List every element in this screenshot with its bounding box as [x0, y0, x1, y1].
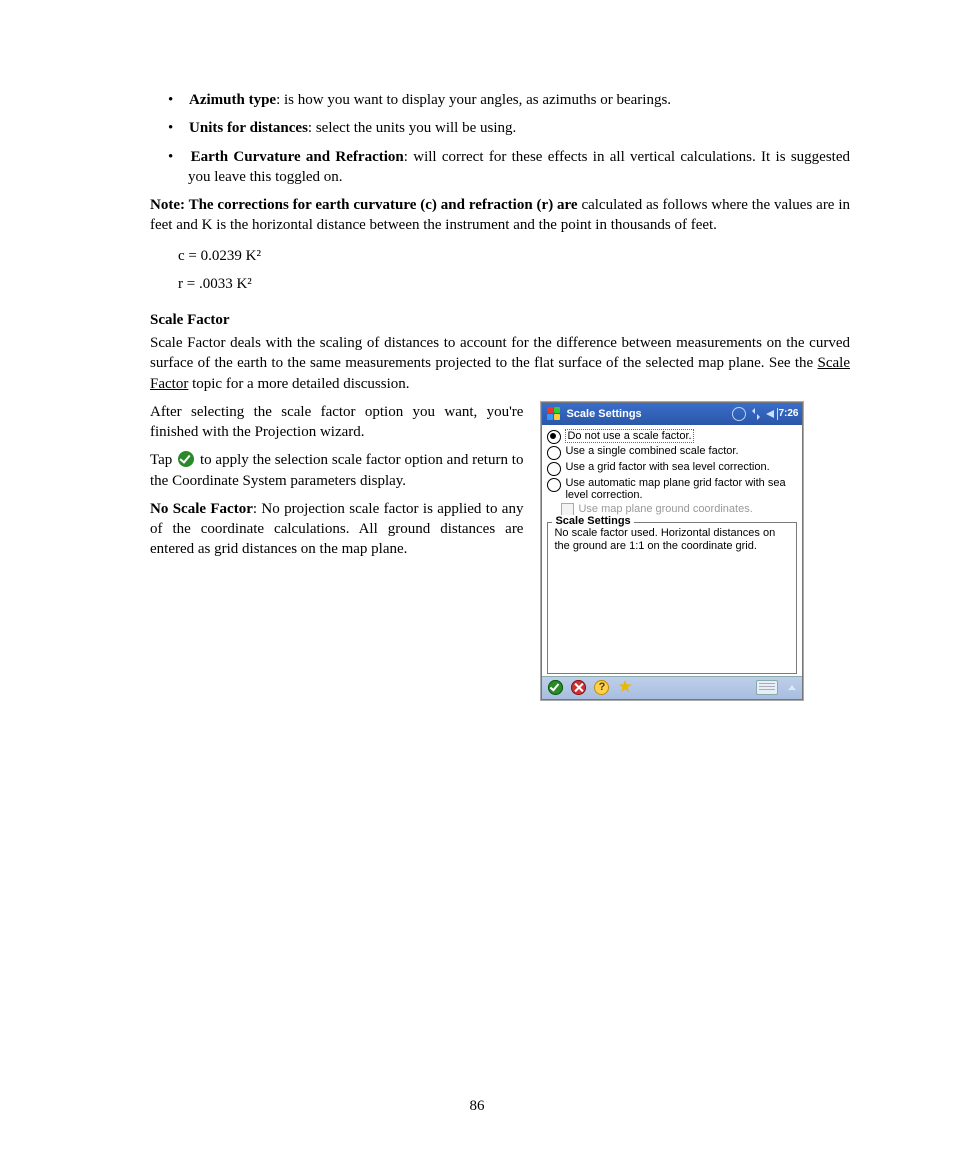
ok-button-icon[interactable] [548, 680, 563, 695]
radio-icon[interactable] [547, 446, 561, 460]
radio-option-1[interactable]: Do not use a scale factor. [547, 429, 797, 444]
scale-para-3: Tap to apply the selection scale factor … [150, 450, 523, 491]
radio-label-1: Do not use a scale factor. [565, 429, 693, 443]
device-client: Do not use a scale factor. Use a single … [542, 425, 802, 676]
note-block: Note: The corrections for earth curvatur… [150, 195, 850, 236]
radio-icon[interactable] [547, 430, 561, 444]
radio-icon[interactable] [547, 478, 561, 492]
ok-check-icon [178, 451, 194, 467]
help-button-icon[interactable]: ? [594, 680, 609, 695]
checkbox-label: Use map plane ground coordinates. [578, 503, 752, 515]
windows-flag-icon[interactable] [546, 406, 562, 422]
connectivity-icon[interactable] [732, 407, 746, 421]
keyboard-arrow-icon[interactable] [788, 685, 796, 690]
bullet-azimuth: Azimuth type: is how you want to display… [188, 90, 850, 110]
scale-para-4: No Scale Factor: No projection scale fac… [150, 499, 523, 560]
azimuth-text: : is how you want to display your angles… [276, 92, 671, 108]
azimuth-label: Azimuth type [189, 92, 276, 108]
scale-description: No scale factor used. Horizontal distanc… [554, 527, 790, 553]
sync-icon[interactable] [750, 408, 762, 420]
para3a: Tap [150, 452, 176, 468]
device-screenshot: Scale Settings 7:26 Do not use a scale f… [541, 402, 803, 700]
scale-para-1: Scale Factor deals with the scaling of d… [150, 333, 850, 394]
cancel-button-icon[interactable] [571, 680, 586, 695]
para1a: Scale Factor deals with the scaling of d… [150, 335, 850, 371]
radio-option-2[interactable]: Use a single combined scale factor. [547, 445, 797, 460]
page-content: Azimuth type: is how you want to display… [150, 90, 850, 700]
radio-label-4: Use automatic map plane grid factor with… [565, 477, 797, 501]
para4a: No Scale Factor [150, 501, 253, 517]
volume-icon[interactable] [766, 410, 774, 418]
units-text: : select the units you will be using. [308, 120, 516, 136]
para1b: topic for a more detailed discussion. [188, 376, 409, 392]
radio-icon[interactable] [547, 462, 561, 476]
bullet-earth: Earth Curvature and Refraction: will cor… [188, 147, 850, 188]
device-tray: 7:26 [732, 407, 798, 421]
note-intro: Note: The corrections for earth curvatur… [150, 197, 581, 213]
favorite-button-icon[interactable]: ★ [617, 680, 632, 695]
scale-para-2: After selecting the scale factor option … [150, 402, 523, 443]
earth-label: Earth Curvature and Refraction [191, 149, 404, 165]
section-scale-factor: Scale Factor [150, 312, 850, 329]
para3b: to apply the selection scale factor opti… [150, 452, 523, 488]
formula-2: r = .0033 K² [178, 274, 850, 294]
device-time[interactable]: 7:26 [778, 408, 798, 419]
radio-option-3[interactable]: Use a grid factor with sea level correct… [547, 461, 797, 476]
units-label: Units for distances [189, 120, 308, 136]
page-number: 86 [0, 1098, 954, 1115]
bullet-units: Units for distances: select the units yo… [188, 118, 850, 138]
radio-label-2: Use a single combined scale factor. [565, 445, 738, 457]
scale-settings-group: Scale Settings No scale factor used. Hor… [547, 522, 797, 674]
formula-1: c = 0.0239 K² [178, 246, 850, 266]
device-toolbar: ? ★ [542, 676, 802, 699]
radio-option-4[interactable]: Use automatic map plane grid factor with… [547, 477, 797, 501]
group-legend: Scale Settings [552, 515, 633, 527]
keyboard-icon[interactable] [756, 680, 778, 695]
device-titlebar: Scale Settings 7:26 [542, 403, 802, 425]
radio-label-3: Use a grid factor with sea level correct… [565, 461, 769, 473]
device-title: Scale Settings [566, 408, 728, 420]
